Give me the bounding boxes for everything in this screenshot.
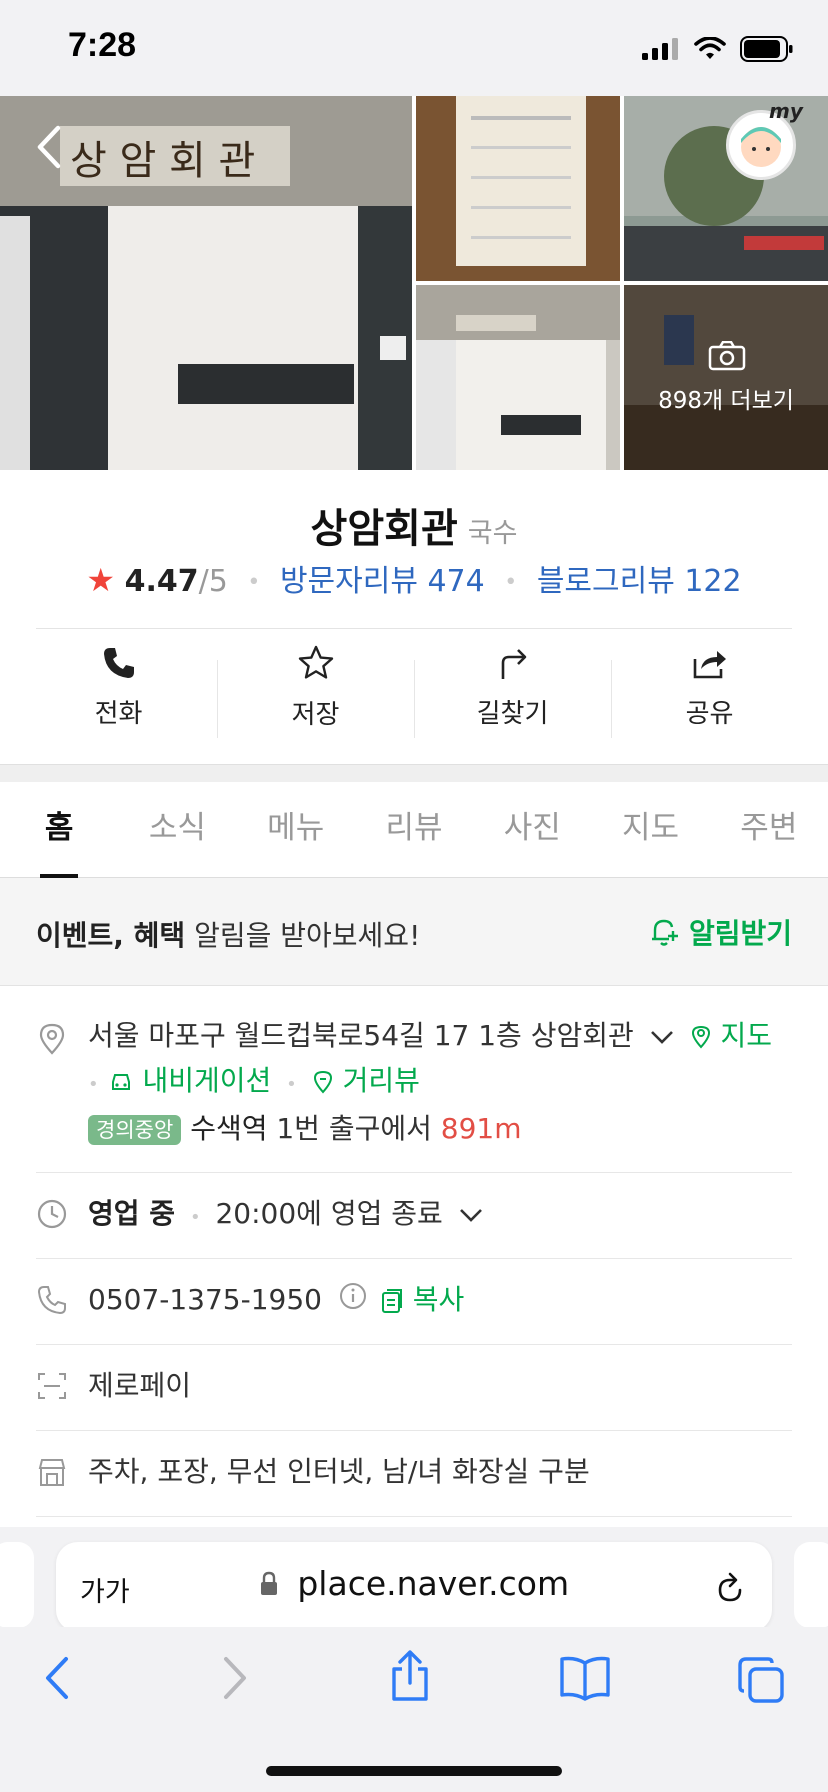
directions-button[interactable]: 길찾기	[414, 632, 611, 742]
cellular-signal-icon	[642, 38, 678, 60]
lock-icon	[260, 1571, 277, 1595]
storefront-photo-2[interactable]	[416, 285, 620, 470]
status-time: 7:28	[68, 26, 137, 64]
rating-star-icon: ★	[86, 561, 116, 599]
next-tab-edge[interactable]	[794, 1542, 828, 1628]
share-sheet-icon[interactable]	[388, 1649, 432, 1703]
tab-map[interactable]: 지도	[591, 782, 709, 877]
photo-gallery: 상 암 회 관 my 898개 더보기	[0, 96, 828, 470]
location-pin-icon	[39, 1023, 65, 1055]
address-row: 서울 마포구 월드컵북로54길 17 1층 상암회관 지도 • 내비게이션 • …	[36, 1016, 792, 1156]
navigation-link[interactable]: 내비게이션	[108, 1064, 281, 1097]
copy-icon	[381, 1289, 402, 1313]
hours-row[interactable]: 영업 중 • 20:00에 영업 종료	[36, 1194, 792, 1242]
menu-board-photo[interactable]	[416, 96, 620, 281]
scan-pay-icon	[38, 1373, 66, 1399]
svg-text:상 암 회 관: 상 암 회 관	[70, 138, 255, 184]
save-button[interactable]: 저장	[217, 632, 414, 742]
more-photos-tile[interactable]: 898개 더보기	[624, 285, 828, 470]
chevron-down-icon[interactable]	[649, 1017, 675, 1057]
amenities-text: 주차, 포장, 무선 인터넷, 남/녀 화장실 구분	[88, 1455, 590, 1488]
banner-text: 알림을 받아보세요!	[185, 919, 421, 952]
share-icon	[693, 650, 726, 678]
map-link[interactable]: 지도	[690, 1019, 772, 1052]
place-category: 국수	[467, 518, 518, 549]
map-pin-icon	[691, 1025, 710, 1049]
more-photos-label: 898개 더보기	[658, 388, 794, 414]
store-icon	[38, 1459, 66, 1486]
tab-nearby[interactable]: 주변	[710, 782, 828, 877]
car-icon	[111, 1074, 130, 1090]
phone-number[interactable]: 0507-1375-1950	[88, 1283, 322, 1316]
subscribe-alert-button[interactable]: 알림받기	[649, 912, 792, 952]
street-photo[interactable]: my	[624, 96, 828, 281]
payment-methods: 제로페이	[88, 1369, 192, 1402]
reload-icon[interactable]	[712, 1566, 748, 1606]
battery-icon	[740, 36, 793, 62]
wifi-icon	[694, 37, 726, 59]
place-title: 상암회관 국수	[0, 496, 828, 554]
open-status: 영업 중	[88, 1197, 176, 1230]
camera-icon	[708, 341, 746, 371]
star-icon	[298, 645, 333, 679]
place-name: 상암회관	[310, 506, 458, 552]
rating-row: ★ 4.47/5 • 방문자리뷰 474 • 블로그리뷰 122	[86, 561, 742, 599]
street-view-icon	[313, 1070, 332, 1094]
divider	[36, 628, 792, 629]
tab-bar: 홈 소식 메뉴 리뷰 사진 지도 주변	[0, 782, 828, 878]
rating-max: /5	[198, 564, 228, 599]
amenities-row: 주차, 포장, 무선 인터넷, 남/녀 화장실 구분	[36, 1452, 792, 1500]
notification-banner: 이벤트, 혜택 알림을 받아보세요! 알림받기	[0, 878, 828, 986]
street-view-link[interactable]: 거리뷰	[312, 1064, 420, 1097]
clock-icon	[37, 1199, 67, 1229]
phone-outline-icon	[37, 1286, 66, 1315]
tab-photos[interactable]: 사진	[473, 782, 591, 877]
tabs-icon[interactable]	[736, 1655, 786, 1705]
my-profile-avatar[interactable]: my	[726, 99, 803, 180]
rating-score: 4.47	[124, 564, 199, 599]
section-gap	[0, 764, 828, 782]
chevron-down-icon[interactable]	[458, 1195, 484, 1235]
payment-row: 제로페이	[36, 1366, 792, 1414]
address-text: 서울 마포구 월드컵북로54길 17 1층 상암회관	[88, 1019, 634, 1052]
tab-reviews[interactable]: 리뷰	[355, 782, 473, 877]
action-bar: 전화 저장 길찾기 공유	[20, 632, 808, 742]
station-name: 수색역	[190, 1112, 268, 1145]
info-icon[interactable]	[339, 1281, 367, 1321]
back-icon[interactable]	[42, 1655, 72, 1701]
blog-reviews-link[interactable]: 블로그리뷰 122	[537, 564, 742, 599]
forward-icon[interactable]	[220, 1655, 250, 1701]
phone-row: 0507-1375-1950 복사	[36, 1280, 792, 1328]
bell-plus-icon	[651, 919, 678, 946]
back-arrow-icon[interactable]	[34, 124, 64, 170]
home-indicator	[266, 1766, 562, 1776]
tab-news[interactable]: 소식	[118, 782, 236, 877]
banner-bold-text: 이벤트, 혜택	[36, 919, 186, 952]
copy-button[interactable]: 복사	[380, 1283, 464, 1316]
exit-text: 1번 출구에서	[267, 1112, 441, 1145]
distance: 891m	[440, 1112, 522, 1145]
tab-menu[interactable]: 메뉴	[237, 782, 355, 877]
subway-line-badge: 경의중앙	[88, 1115, 182, 1145]
close-time: 20:00에 영업 종료	[215, 1197, 443, 1230]
call-button[interactable]: 전화	[20, 632, 217, 742]
phone-icon	[103, 647, 134, 678]
share-button[interactable]: 공유	[611, 632, 808, 742]
url-text: place.naver.com	[297, 1564, 570, 1603]
previous-tab-edge[interactable]	[0, 1542, 34, 1628]
directions-icon	[501, 648, 526, 679]
tab-home[interactable]: 홈	[0, 782, 118, 878]
visitor-reviews-link[interactable]: 방문자리뷰 474	[280, 564, 485, 599]
bookmarks-icon[interactable]	[558, 1655, 612, 1701]
url-bar[interactable]: 가가 place.naver.com	[56, 1542, 772, 1632]
status-bar: 7:28	[0, 0, 828, 96]
